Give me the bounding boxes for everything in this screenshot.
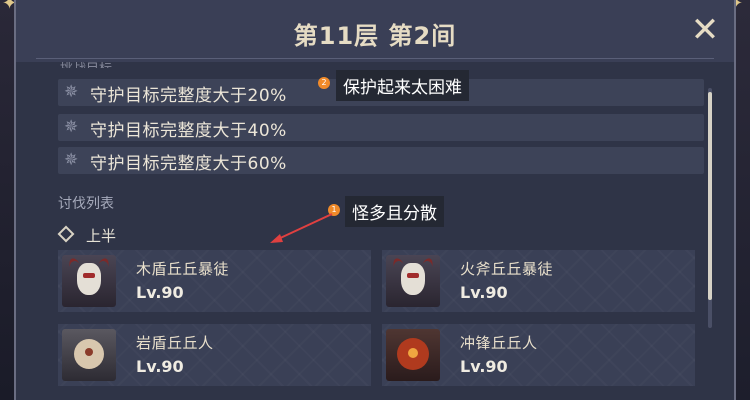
enemy-level: Lv.90: [136, 283, 184, 302]
enemy-card[interactable]: 木盾丘丘暴徒 Lv.90: [58, 250, 371, 312]
enemy-card[interactable]: 冲锋丘丘人 Lv.90: [382, 324, 695, 386]
enemy-name: 火斧丘丘暴徒: [460, 260, 554, 278]
enemy-portrait: [386, 329, 440, 381]
goal-text: 守护目标完整度大于20%: [90, 86, 287, 106]
goal-row: ✵ 守护目标完整度大于60%: [58, 147, 704, 174]
enemy-level: Lv.90: [136, 357, 184, 376]
enemy-level: Lv.90: [460, 357, 508, 376]
gear-star-icon: ✵: [64, 117, 79, 137]
enemy-portrait: [62, 329, 116, 381]
annotation-label: 怪多且分散: [345, 196, 444, 227]
half-label: 上半: [86, 227, 117, 245]
enemy-card[interactable]: 岩盾丘丘人 Lv.90: [58, 324, 371, 386]
close-icon[interactable]: ✕: [690, 13, 720, 47]
enemy-name: 冲锋丘丘人: [460, 334, 538, 352]
enemy-card[interactable]: 火斧丘丘暴徒 Lv.90: [382, 250, 695, 312]
page-title: 第11层 第2间: [293, 22, 457, 50]
annotation-arrow: [270, 213, 333, 243]
panel-content: 挑战目标 ✵ 守护目标完整度大于20% ✵ 守护目标完整度大于40% ✵ 守护目…: [16, 62, 734, 400]
enemy-name: 木盾丘丘暴徒: [136, 260, 230, 278]
goal-text: 守护目标完整度大于40%: [90, 121, 287, 141]
annotation-badge: 2: [318, 77, 330, 89]
panel-header: 第11层 第2间 ✕: [16, 0, 734, 62]
gear-star-icon: ✵: [64, 82, 79, 102]
section-title-goals: 挑战目标: [60, 58, 112, 68]
diamond-icon: [57, 225, 75, 243]
annotation-label: 保护起来太困难: [336, 70, 469, 101]
goal-row: ✵ 守护目标完整度大于40%: [58, 114, 704, 141]
enemy-level: Lv.90: [460, 283, 508, 302]
gear-star-icon: ✵: [64, 150, 79, 170]
enemy-portrait: [62, 255, 116, 307]
enemy-portrait: [386, 255, 440, 307]
divider: [36, 58, 714, 59]
scrollbar-thumb[interactable]: [708, 92, 712, 300]
enemy-name: 岩盾丘丘人: [136, 334, 214, 352]
goal-text: 守护目标完整度大于60%: [90, 154, 287, 174]
section-title-enemies: 讨伐列表: [58, 196, 114, 212]
